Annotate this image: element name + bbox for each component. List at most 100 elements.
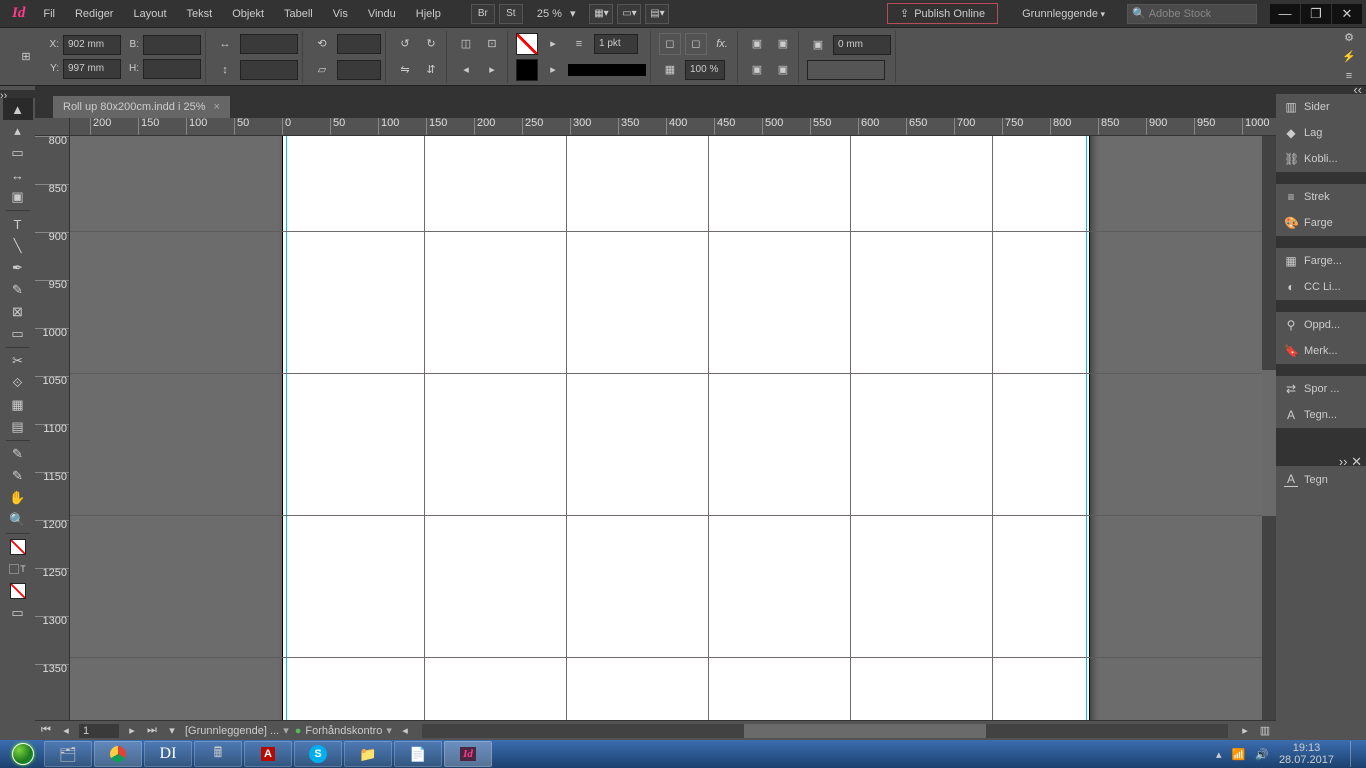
menu-fil[interactable]: Fil [33,4,65,24]
menu-rediger[interactable]: Rediger [65,4,124,24]
taskbar-app-explorer[interactable]: 📁 [344,741,392,767]
panel-swatches[interactable]: ▦Farge... [1276,248,1366,274]
horizontal-scrollbar[interactable] [422,724,1228,738]
zoom-tool[interactable]: 🔍 [3,509,33,531]
fill-stroke-proxy[interactable] [3,536,33,558]
dock-handle-2[interactable]: ›› ✕ [1276,458,1366,466]
pencil-tool[interactable]: ✎ [3,279,33,301]
rotate-icon[interactable]: ⟲ [311,33,333,55]
split-view-icon[interactable]: ▥ [1258,724,1272,737]
taskbar-app-acrobat[interactable]: A [244,741,292,767]
menu-tabell[interactable]: Tabell [274,4,323,24]
panel-menu-icon[interactable]: ≡ [1338,66,1360,85]
panel-merk[interactable]: 🔖Merk... [1276,338,1366,364]
panel-lag[interactable]: ◆Lag [1276,120,1366,146]
scale-x-field[interactable] [240,34,298,54]
window-close-button[interactable]: ✕ [1332,4,1362,24]
default-colors-icon[interactable] [3,580,33,602]
opacity-field[interactable]: 100 % [685,60,725,80]
stroke-style-dropdown[interactable] [568,64,646,76]
scroll-right-button[interactable]: ▸ [1238,724,1252,737]
taskbar-app-di[interactable]: DI [144,741,192,767]
rotate-cw-icon[interactable]: ↻ [420,33,442,55]
stroke-swatch[interactable] [516,59,538,81]
corners-icon[interactable]: ◻ [659,33,681,55]
rotate-field[interactable] [337,34,381,54]
gradient-swatch-tool[interactable]: ▦ [3,394,33,416]
tray-overflow-icon[interactable]: ▴ [1216,748,1222,761]
scale-y-field[interactable] [240,60,298,80]
panel-koblinger[interactable]: ⛓Kobli... [1276,146,1366,172]
stroke-dd-icon[interactable]: ▸ [542,59,564,81]
workspace-switcher[interactable]: Grunnleggende [1014,6,1113,22]
gradient-feather-tool[interactable]: ▤ [3,416,33,438]
panel-oppdag[interactable]: ⚲Oppd... [1276,312,1366,338]
panel-tegn[interactable]: ATegn [1276,466,1366,493]
zoom-dropdown[interactable]: 25 %▾ [533,7,580,20]
text-wrap-none-icon[interactable]: ▣ [746,33,768,55]
scrollbar-thumb[interactable] [744,724,986,738]
free-transform-tool[interactable]: ⟐ [3,372,33,394]
panel-sider[interactable]: ▥Sider [1276,94,1366,120]
layout-preset-dropdown[interactable]: [Grunnleggende] ... ▾ [185,724,289,737]
y-field[interactable]: 997 mm [63,59,121,79]
panel-tegn-styles[interactable]: ATegn... [1276,402,1366,428]
document-tab[interactable]: Roll up 80x200cm.indd i 25% × [53,96,230,118]
gear-icon[interactable]: ⚙ [1338,28,1360,47]
taskbar-app-calculator[interactable]: 🖩 [194,741,242,767]
view-options-icon[interactable]: ▦▾ [589,4,613,24]
publish-online-button[interactable]: ⇪Publish Online [887,3,998,24]
vertical-ruler[interactable]: 800 850 900 950 1000 1050 1100 1150 1200… [35,136,70,720]
fx-icon[interactable]: fx. [711,33,733,55]
flip-v-icon[interactable]: ⇵ [420,59,442,81]
eyedropper-tool[interactable]: ✎ [3,465,33,487]
vertical-scrollbar[interactable] [1262,136,1276,720]
taskbar-app-chrome[interactable] [94,741,142,767]
gap-tool[interactable]: ↔ [3,164,33,186]
panel-cc-libraries[interactable]: ◐CC Li... [1276,274,1366,300]
menu-vis[interactable]: Vis [323,4,358,24]
view-mode-icon[interactable]: ▭ [3,602,33,624]
content-collector-tool[interactable]: ▣ [3,186,33,208]
last-page-button[interactable]: ⏭ [145,724,159,737]
start-button[interactable] [4,741,42,767]
apply-color-icon[interactable]: T [3,558,33,580]
taskbar-app-doublecmd[interactable]: 🗂 [44,741,92,767]
dock-collapse-handle[interactable]: ‹‹ [1276,86,1366,94]
menu-layout[interactable]: Layout [123,4,176,24]
window-maximize-button[interactable]: ❐ [1301,4,1331,24]
text-wrap-jump-icon[interactable]: ▣ [772,59,794,81]
tray-volume-icon[interactable]: 🔊 [1255,748,1269,761]
scrollbar-thumb[interactable] [1262,370,1276,516]
guide[interactable] [286,136,287,720]
adobe-stock-search[interactable]: 🔍 Adobe Stock [1127,4,1257,24]
selection-tool[interactable]: ▲ [3,98,33,120]
bridge-icon[interactable]: Br [471,4,495,24]
first-page-button[interactable]: ⏮ [39,724,53,737]
line-tool[interactable]: ╲ [3,235,33,257]
scale-x-icon[interactable]: ↔ [214,33,236,55]
stroke-weight-field[interactable]: 1 pkt [594,34,638,54]
menu-hjelp[interactable]: Hjelp [406,4,451,24]
horizontal-ruler[interactable]: 200 150 100 50 0 50 100 150 200 250 300 … [70,118,1276,136]
taskbar-app-notepad[interactable]: 📄 [394,741,442,767]
dock-handle[interactable] [35,86,1276,94]
frame-fitting-icon[interactable]: ▣ [807,34,829,56]
note-tool[interactable]: ✎ [3,443,33,465]
container-select-icon[interactable]: ◫ [455,33,477,55]
w-field[interactable] [143,35,201,55]
pen-tool[interactable]: ✒ [3,257,33,279]
prev-page-button[interactable]: ◂ [59,724,73,737]
type-tool[interactable]: T [3,213,33,235]
scroll-left-button[interactable]: ◂ [398,724,412,737]
page-tool[interactable]: ▭ [3,142,33,164]
arrange-docs-icon[interactable]: ▤▾ [645,4,669,24]
fill-dd-icon[interactable]: ▸ [542,33,564,55]
rectangle-frame-tool[interactable]: ⊠ [3,301,33,323]
show-desktop-button[interactable] [1350,741,1360,767]
taskbar-app-skype[interactable]: S [294,741,342,767]
page-number-field[interactable]: 1 [79,724,119,738]
tray-network-icon[interactable]: 📶 [1232,748,1246,761]
panel-strek[interactable]: ≡Strek [1276,184,1366,210]
direct-selection-tool[interactable]: ▴ [3,120,33,142]
